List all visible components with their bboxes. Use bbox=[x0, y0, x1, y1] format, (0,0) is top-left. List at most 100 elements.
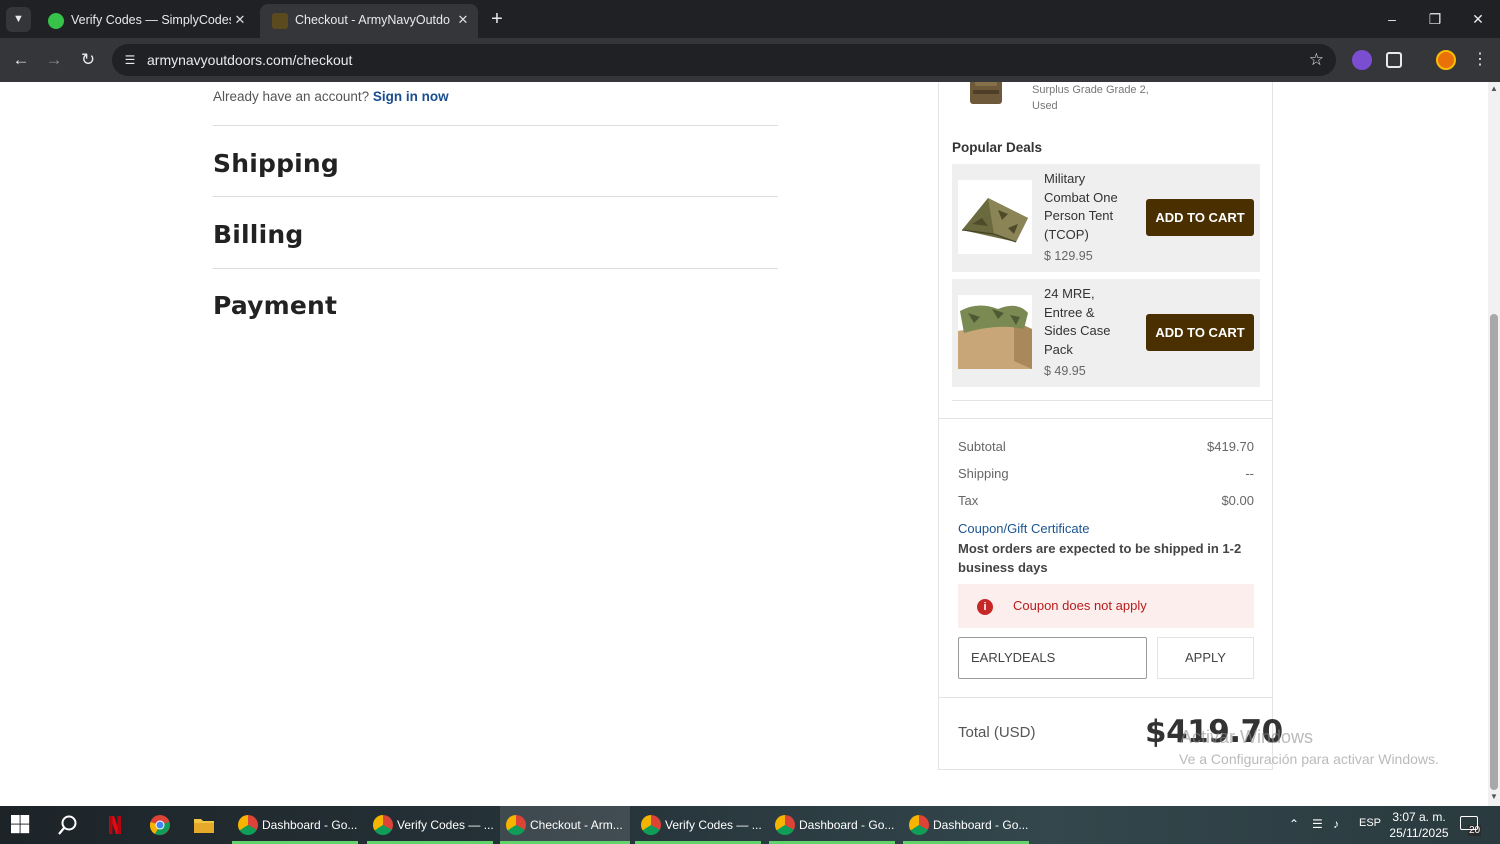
section-billing[interactable]: Billing bbox=[213, 220, 303, 249]
new-tab-button[interactable]: + bbox=[486, 8, 508, 30]
taskbar-app-label: Checkout - Arm... bbox=[530, 818, 623, 832]
taskbar-app-label: Dashboard - Go... bbox=[799, 818, 895, 832]
show-hidden-icons-chevron-icon[interactable]: ⌃ bbox=[1289, 817, 1299, 831]
extensions-puzzle-icon[interactable] bbox=[1386, 52, 1402, 68]
tab-search-button[interactable]: ▼ bbox=[6, 7, 31, 32]
scroll-up-arrow-icon[interactable]: ▲ bbox=[1489, 84, 1499, 93]
deal-price: $ 129.95 bbox=[1044, 249, 1093, 263]
notification-center-icon[interactable]: 20 bbox=[1460, 816, 1484, 836]
netflix-icon[interactable] bbox=[104, 814, 126, 836]
mre-product-image[interactable] bbox=[958, 295, 1032, 369]
tab-strip: ▼ Verify Codes — SimplyCodes ✕ Checkout … bbox=[0, 0, 1500, 38]
tab-checkout[interactable]: Checkout - ArmyNavyOutdoors ✕ bbox=[260, 4, 478, 38]
close-tab-icon[interactable]: ✕ bbox=[231, 11, 249, 29]
chrome-icon[interactable] bbox=[149, 814, 171, 836]
close-window-button[interactable]: ✕ bbox=[1463, 6, 1493, 32]
chrome-icon bbox=[909, 815, 929, 835]
apply-coupon-button[interactable]: APPLY bbox=[1157, 637, 1254, 679]
total-label: Total (USD) bbox=[958, 724, 1036, 741]
divider bbox=[213, 196, 778, 197]
taskbar-app-dashboard[interactable]: Dashboard - Go... bbox=[232, 806, 358, 844]
popular-deals-heading: Popular Deals bbox=[952, 140, 1043, 155]
deal-name[interactable]: Military Combat One Person Tent (TCOP) bbox=[1044, 170, 1124, 244]
page-scrollbar[interactable]: ▲ ▼ bbox=[1488, 82, 1500, 806]
menu-kebab-icon[interactable]: ⋮ bbox=[1470, 50, 1490, 70]
divider bbox=[213, 268, 778, 269]
chrome-icon bbox=[238, 815, 258, 835]
bookmark-star-icon[interactable]: ☆ bbox=[1309, 50, 1324, 70]
divider bbox=[938, 697, 1272, 698]
taskbar-app-label: Verify Codes — ... bbox=[665, 818, 762, 832]
sign-in-link[interactable]: Sign in now bbox=[373, 89, 449, 104]
language-indicator[interactable]: ESP bbox=[1359, 817, 1381, 829]
scrollbar-thumb[interactable] bbox=[1490, 314, 1498, 790]
add-to-cart-button[interactable]: ADD TO CART bbox=[1146, 199, 1254, 236]
restore-button[interactable]: ❐ bbox=[1420, 6, 1450, 32]
address-bar[interactable]: ☰ armynavyoutdoors.com/checkout ☆ bbox=[112, 44, 1336, 76]
armynavy-favicon-icon bbox=[272, 13, 288, 29]
shipping-label: Shipping bbox=[958, 466, 1009, 481]
reload-button[interactable]: ↻ bbox=[75, 47, 101, 73]
taskbar-app-checkout[interactable]: Checkout - Arm... bbox=[500, 806, 630, 844]
file-explorer-icon[interactable] bbox=[193, 814, 215, 836]
section-payment[interactable]: Payment bbox=[213, 291, 337, 320]
profile-avatar[interactable] bbox=[1436, 50, 1456, 70]
subtotal-label: Subtotal bbox=[958, 439, 1006, 454]
subtotal-value: $419.70 bbox=[1207, 439, 1254, 454]
error-info-icon: i bbox=[977, 599, 993, 615]
coupon-error-message: Coupon does not apply bbox=[1013, 598, 1147, 613]
taskbar-app-label: Dashboard - Go... bbox=[262, 818, 358, 832]
previous-item-image bbox=[970, 82, 1002, 104]
checkout-page: Already have an account? Sign in now Shi… bbox=[0, 82, 1488, 806]
windows-activation-watermark-title: Activar Windows bbox=[1180, 727, 1314, 747]
divider bbox=[938, 418, 1272, 419]
taskbar-app-verify-codes[interactable]: Verify Codes — ... bbox=[367, 806, 494, 844]
account-prompt-text: Already have an account? bbox=[213, 89, 370, 104]
chrome-icon bbox=[506, 815, 526, 835]
tax-value: $0.00 bbox=[1221, 493, 1254, 508]
url-text[interactable]: armynavyoutdoors.com/checkout bbox=[147, 52, 352, 68]
account-prompt: Already have an account? Sign in now bbox=[213, 89, 449, 104]
extension-icon[interactable] bbox=[1352, 50, 1372, 70]
scroll-down-arrow-icon[interactable]: ▼ bbox=[1489, 792, 1499, 801]
divider bbox=[213, 125, 778, 126]
taskbar-app-label: Dashboard - Go... bbox=[933, 818, 1029, 832]
taskbar-app-dashboard[interactable]: Dashboard - Go... bbox=[769, 806, 895, 844]
browser-toolbar: ← → ↻ ☰ armynavyoutdoors.com/checkout ☆ … bbox=[0, 38, 1500, 82]
coupon-code-input[interactable]: EARLYDEALS bbox=[958, 637, 1147, 679]
tab-verify-codes[interactable]: Verify Codes — SimplyCodes ✕ bbox=[36, 4, 256, 38]
add-to-cart-button[interactable]: ADD TO CART bbox=[1146, 314, 1254, 351]
simplycodes-favicon-icon bbox=[48, 13, 64, 29]
chrome-icon bbox=[373, 815, 393, 835]
shipping-value: -- bbox=[1245, 466, 1254, 481]
windows-start-icon[interactable] bbox=[11, 815, 31, 835]
search-icon[interactable] bbox=[57, 814, 79, 836]
tax-label: Tax bbox=[958, 493, 979, 508]
wifi-icon[interactable]: ☰ bbox=[1312, 817, 1323, 831]
windows-activation-watermark-text: Ve a Configuración para activar Windows. bbox=[1179, 751, 1439, 767]
deal-card: 24 MRE, Entree & Sides Case Pack $ 49.95… bbox=[952, 279, 1260, 387]
tab-title: Checkout - ArmyNavyOutdoors bbox=[295, 13, 450, 27]
deal-name[interactable]: 24 MRE, Entree & Sides Case Pack bbox=[1044, 285, 1124, 359]
deal-card: Military Combat One Person Tent (TCOP) $… bbox=[952, 164, 1260, 272]
forward-button[interactable]: → bbox=[41, 47, 67, 73]
volume-icon[interactable]: ♪ bbox=[1333, 817, 1339, 831]
divider bbox=[952, 400, 1272, 401]
site-info-icon[interactable]: ☰ bbox=[120, 50, 140, 70]
shipping-row: Shipping -- bbox=[958, 466, 1254, 481]
system-clock[interactable]: 3:07 a. m. 25/11/2025 bbox=[1384, 809, 1454, 841]
notification-bubble-icon bbox=[1460, 816, 1478, 830]
clock-date: 25/11/2025 bbox=[1389, 826, 1449, 840]
minimize-button[interactable]: – bbox=[1377, 6, 1407, 32]
previous-item-description: Surplus Grade Grade 2, Used bbox=[1032, 84, 1149, 112]
section-shipping[interactable]: Shipping bbox=[213, 149, 339, 178]
windows-taskbar: Dashboard - Go... Verify Codes — ... Che… bbox=[0, 806, 1500, 844]
taskbar-app-verify-codes[interactable]: Verify Codes — ... bbox=[635, 806, 762, 844]
shipping-estimate-note: Most orders are expected to be shipped i… bbox=[958, 541, 1242, 575]
taskbar-app-label: Verify Codes — ... bbox=[397, 818, 494, 832]
back-button[interactable]: ← bbox=[8, 47, 34, 73]
coupon-gift-certificate-link[interactable]: Coupon/Gift Certificate bbox=[958, 521, 1090, 536]
tent-product-image[interactable] bbox=[958, 180, 1032, 254]
close-tab-icon[interactable]: ✕ bbox=[454, 11, 472, 29]
taskbar-app-dashboard[interactable]: Dashboard - Go... bbox=[903, 806, 1029, 844]
